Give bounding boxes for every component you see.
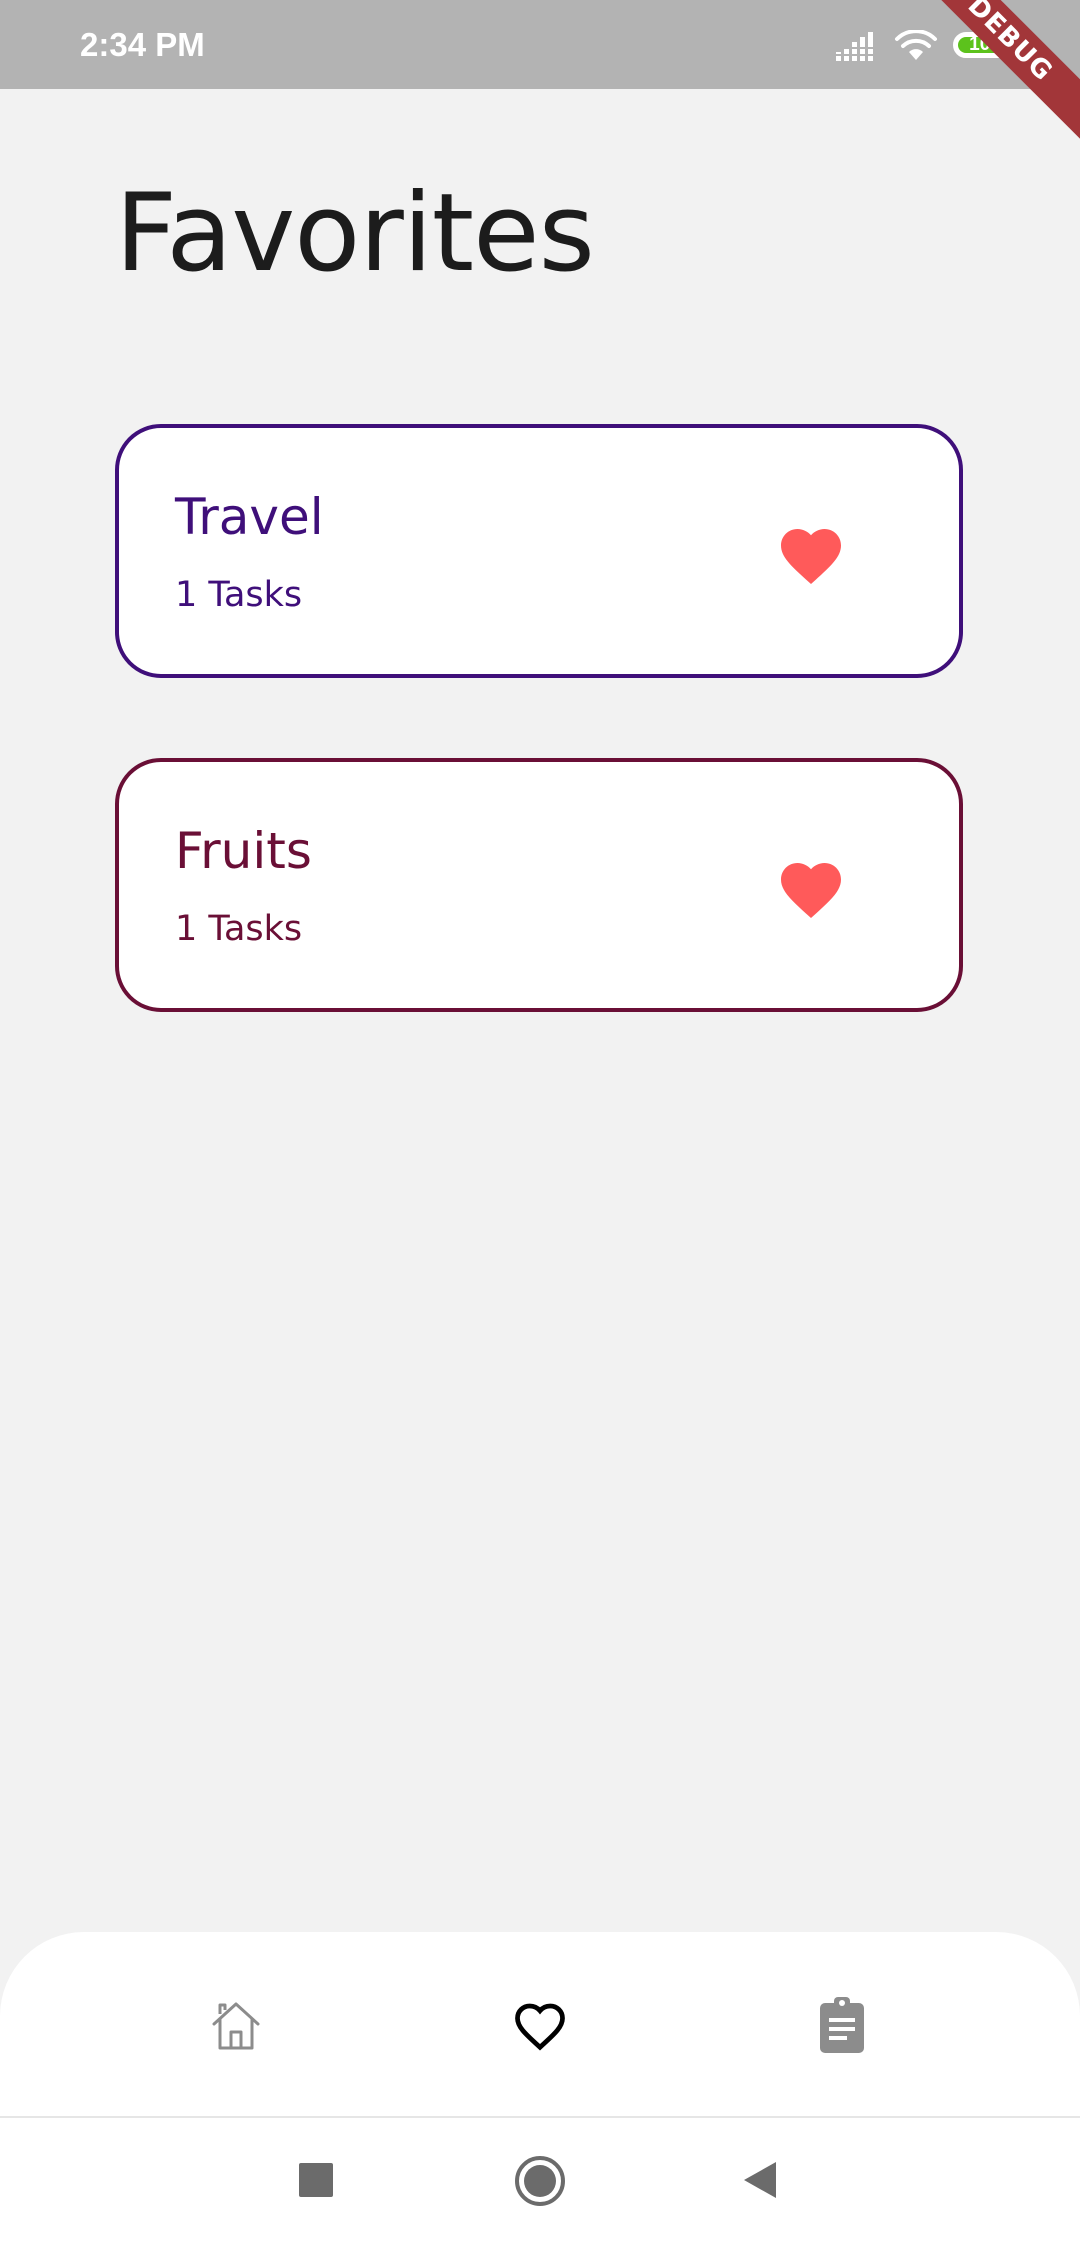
recents-icon[interactable] [298,2162,334,2198]
heart-filled-icon[interactable] [775,854,847,920]
signal-icon [836,32,873,61]
favorite-card-travel[interactable]: Travel 1 Tasks [115,424,963,678]
clipboard-icon[interactable] [812,1994,872,2054]
status-time: 2:34 PM [80,26,205,63]
system-nav-bar [0,2118,1080,2246]
card-title: Fruits [175,822,312,880]
back-triangle-icon[interactable] [742,2160,778,2200]
heart-filled-icon[interactable] [775,520,847,586]
wifi-icon [895,30,937,60]
card-task-count: 1 Tasks [175,575,303,615]
home-circle-icon[interactable] [514,2155,566,2207]
favorite-card-fruits[interactable]: Fruits 1 Tasks [115,758,963,1012]
bottom-nav [0,1932,1080,2116]
card-title: Travel [175,488,324,546]
card-task-count: 1 Tasks [175,909,303,949]
heart-outline-icon[interactable] [510,1994,570,2054]
status-bar: 2:34 PM 100 DEBUG [0,0,1080,153]
debug-banner: DEBUG [896,0,1080,153]
home-icon[interactable] [206,1994,266,2054]
page-title: Favorites [115,171,595,296]
